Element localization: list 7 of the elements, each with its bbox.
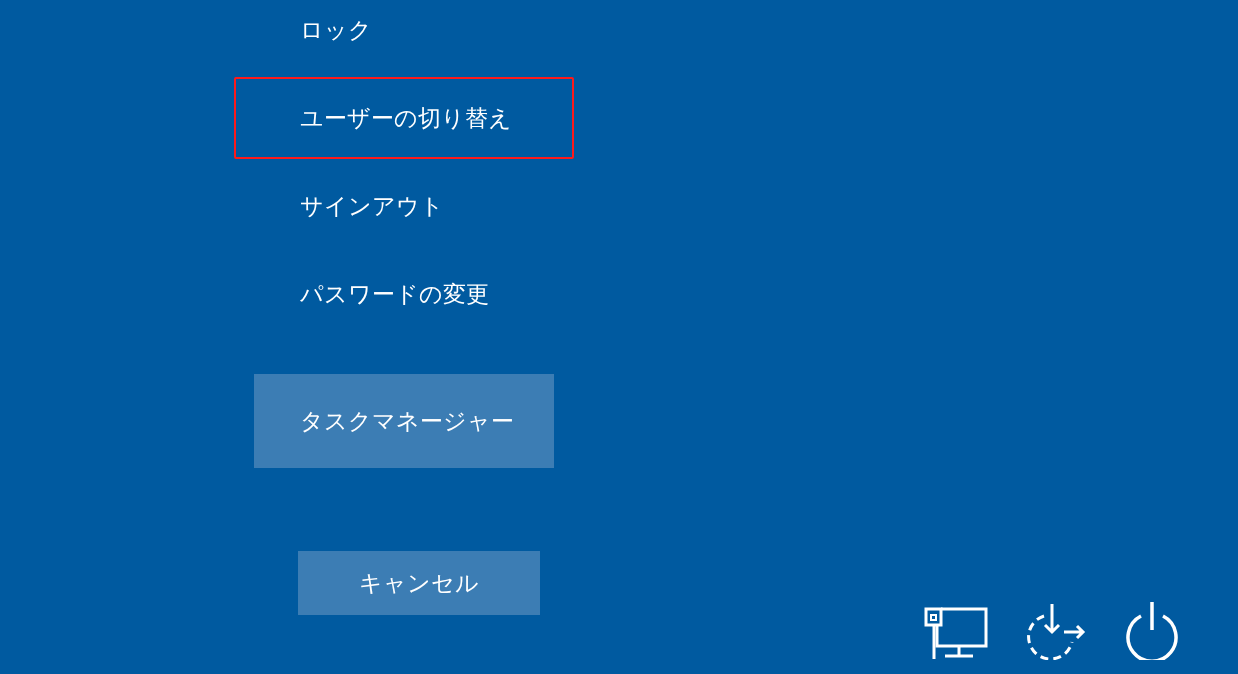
menu-item[interactable]: パスワードの変更 <box>234 264 574 324</box>
menu-item[interactable]: サインアウト <box>234 176 574 236</box>
task-manager-button[interactable]: タスクマネージャー <box>254 374 554 468</box>
power-icon[interactable] <box>1124 600 1180 660</box>
cancel-button[interactable]: キャンセル <box>298 551 540 615</box>
menu-item[interactable]: ロック <box>234 0 574 60</box>
menu-item[interactable]: ユーザーの切り替え <box>234 77 574 159</box>
